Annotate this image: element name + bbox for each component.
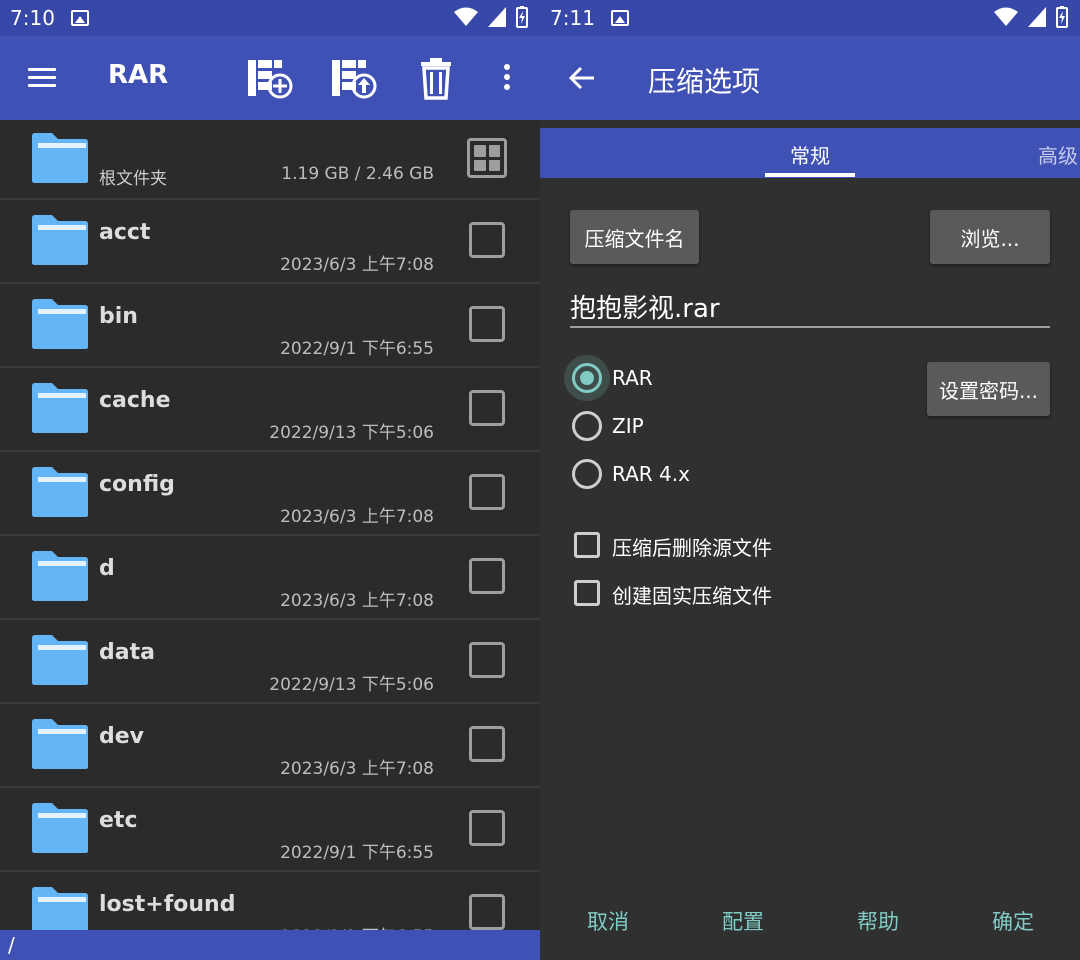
select-checkbox[interactable] [469, 474, 505, 510]
top-app-bar: 压缩选项 [540, 36, 1080, 120]
select-checkbox[interactable] [469, 222, 505, 258]
create-solid-archive-label: 创建固实压缩文件 [612, 584, 772, 608]
cancel-button[interactable]: 取消 [587, 906, 629, 936]
select-checkbox[interactable] [469, 810, 505, 846]
folder-name: acct [99, 220, 151, 245]
current-path: / [8, 933, 15, 957]
signal-icon [1028, 7, 1046, 27]
folder-name: lost+found [99, 892, 236, 917]
folder-icon [32, 215, 88, 265]
format-label-rar: RAR [612, 366, 653, 390]
config-button[interactable]: 配置 [722, 906, 764, 936]
back-arrow-icon[interactable] [568, 64, 596, 92]
format-radio-rar[interactable] [572, 363, 602, 393]
wifi-icon [454, 7, 478, 26]
extract-archive-icon[interactable] [330, 56, 378, 100]
trash-icon[interactable] [416, 56, 464, 100]
folder-icon [32, 719, 88, 769]
select-checkbox[interactable] [469, 306, 505, 342]
root-folder-row[interactable]: 根文件夹 1.19 GB / 2.46 GB [0, 120, 540, 200]
status-bar: 7:11 [540, 0, 1080, 36]
folder-name: bin [99, 304, 138, 329]
tab-indicator [765, 173, 855, 177]
folder-icon [32, 635, 88, 685]
folder-icon [32, 467, 88, 517]
status-time: 7:10 [10, 6, 55, 30]
folder-icon [32, 133, 88, 183]
menu-icon[interactable] [28, 68, 56, 88]
folder-date: 2022/9/13 下午5:06 [269, 675, 434, 695]
select-checkbox[interactable] [469, 726, 505, 762]
list-item[interactable]: d 2023/6/3 上午7:08 [0, 536, 540, 620]
status-time: 7:11 [550, 6, 595, 30]
battery-charging-icon [516, 6, 528, 28]
folder-icon [32, 803, 88, 853]
create-solid-archive-checkbox[interactable] [574, 580, 600, 606]
delete-after-archiving-checkbox[interactable] [574, 532, 600, 558]
folder-icon [32, 299, 88, 349]
set-password-button[interactable]: 设置密码... [927, 362, 1050, 416]
format-radio-rar4[interactable] [572, 459, 602, 489]
add-to-archive-icon[interactable] [246, 56, 294, 100]
archive-name-button[interactable]: 压缩文件名 [570, 210, 699, 264]
folder-date: 2023/6/3 上午7:08 [280, 591, 434, 611]
grid-view-icon[interactable] [467, 138, 507, 178]
path-bar: / [0, 930, 540, 960]
app-title: RAR [108, 60, 169, 90]
select-checkbox[interactable] [469, 390, 505, 426]
folder-name: config [99, 472, 175, 497]
tab-bar: 常规 高级 [540, 128, 1080, 178]
file-list: 根文件夹 1.19 GB / 2.46 GB acct 2023/6/3 上午7… [0, 120, 540, 956]
list-item[interactable]: config 2023/6/3 上午7:08 [0, 452, 540, 536]
tab-advanced[interactable]: 高级 [1038, 140, 1078, 169]
list-item[interactable]: acct 2023/6/3 上午7:08 [0, 200, 540, 284]
folder-date: 2022/9/13 下午5:06 [269, 423, 434, 443]
folder-name: etc [99, 808, 138, 833]
list-item[interactable]: cache 2022/9/13 下午5:06 [0, 368, 540, 452]
folder-name: dev [99, 724, 145, 749]
browse-button[interactable]: 浏览... [930, 210, 1050, 264]
select-checkbox[interactable] [469, 642, 505, 678]
format-label-rar4: RAR 4.x [612, 462, 690, 486]
status-bar: 7:10 [0, 0, 540, 36]
file-browser-pane: 7:10 RAR 根文件夹 1.19 GB / 2.46 GB acct 202… [0, 0, 540, 960]
wifi-icon [994, 7, 1018, 26]
folder-date: 2023/6/3 上午7:08 [280, 759, 434, 779]
folder-date: 2022/9/1 下午6:55 [280, 843, 434, 863]
gallery-notification-icon [610, 10, 629, 26]
help-button[interactable]: 帮助 [857, 906, 899, 936]
delete-after-archiving-label: 压缩后删除源文件 [612, 536, 772, 560]
select-checkbox[interactable] [469, 558, 505, 594]
folder-name: data [99, 640, 155, 665]
signal-icon [488, 7, 506, 27]
tab-general[interactable]: 常规 [790, 140, 830, 169]
folder-name: d [99, 556, 115, 581]
battery-charging-icon [1056, 6, 1068, 28]
list-item[interactable]: data 2022/9/13 下午5:06 [0, 620, 540, 704]
folder-date: 2023/6/3 上午7:08 [280, 507, 434, 527]
top-app-bar: RAR [0, 36, 540, 120]
format-label-zip: ZIP [612, 414, 644, 438]
more-vert-icon[interactable] [497, 64, 517, 94]
select-checkbox[interactable] [469, 894, 505, 930]
archive-name-input[interactable]: 抱抱影视.rar [570, 288, 720, 325]
gallery-notification-icon [70, 10, 89, 26]
compression-options-pane: 7:11 压缩选项 常规 高级 压缩文件名 浏览... 抱抱影视.rar 设置密… [540, 0, 1080, 960]
folder-name: cache [99, 388, 171, 413]
folder-date: 2022/9/1 下午6:55 [280, 339, 434, 359]
format-radio-zip[interactable] [572, 411, 602, 441]
list-item[interactable]: etc 2022/9/1 下午6:55 [0, 788, 540, 872]
ok-button[interactable]: 确定 [992, 906, 1034, 936]
list-item[interactable]: bin 2022/9/1 下午6:55 [0, 284, 540, 368]
page-title: 压缩选项 [648, 65, 761, 98]
storage-info: 1.19 GB / 2.46 GB [281, 164, 434, 184]
list-item[interactable]: dev 2023/6/3 上午7:08 [0, 704, 540, 788]
folder-icon [32, 383, 88, 433]
folder-date: 2023/6/3 上午7:08 [280, 255, 434, 275]
folder-icon [32, 551, 88, 601]
root-folder-label: 根文件夹 [99, 169, 167, 189]
